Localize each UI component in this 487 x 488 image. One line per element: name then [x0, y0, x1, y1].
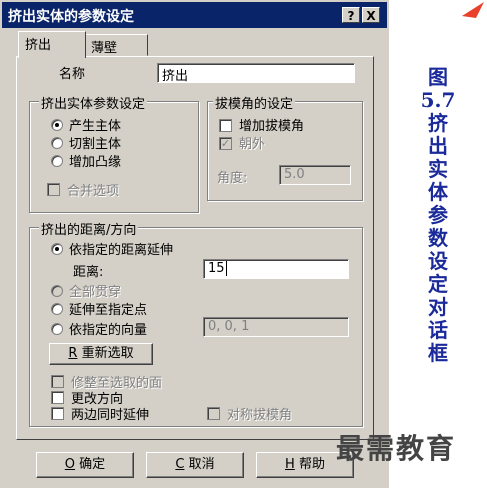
add-boss-label: 增加凸缘: [69, 155, 122, 170]
reselect-button[interactable]: R 重新选取: [49, 343, 153, 365]
help-label: 帮助: [298, 457, 325, 472]
both-sides-checkbox[interactable]: [51, 407, 64, 420]
by-distance-label: 依指定的距离延伸: [69, 243, 174, 258]
tab-thin-wall[interactable]: 薄壁: [84, 34, 148, 56]
radio-through-all[interactable]: [51, 285, 63, 297]
name-input[interactable]: 挤出: [157, 63, 355, 84]
reselect-key: R: [68, 346, 78, 361]
add-draft-checkbox[interactable]: [219, 119, 232, 132]
outward-label: 朝外: [239, 137, 266, 152]
close-button[interactable]: X: [362, 7, 380, 23]
ok-button[interactable]: O 确定: [36, 452, 134, 478]
draft-angle-title: 拔模角的设定: [213, 93, 296, 112]
distance-input[interactable]: 15: [203, 259, 349, 279]
symmetric-draft-label: 对称拔模角: [227, 408, 293, 423]
by-vector-label: 依指定的向量: [69, 323, 148, 338]
extrude-dialog: 挤出实体的参数设定 ? X 挤出 薄壁 名称 挤出 挤出实体参数设定 产生主体 …: [0, 0, 389, 488]
ok-key: O: [64, 457, 76, 472]
arrow-logo-icon: [462, 2, 484, 18]
radio-create-body[interactable]: [51, 119, 63, 131]
create-body-label: 产生主体: [69, 119, 122, 134]
distance-value: 15: [208, 261, 225, 276]
watermark: 最需教育: [336, 432, 457, 465]
radio-to-point[interactable]: [51, 303, 63, 315]
cancel-button[interactable]: C 取消: [146, 452, 244, 478]
cut-body-label: 切割主体: [69, 137, 122, 152]
help-key: H: [285, 457, 295, 472]
ok-label: 确定: [79, 457, 106, 472]
name-label: 名称: [59, 67, 86, 82]
tab-panel: 名称 挤出 挤出实体参数设定 产生主体 切割主体 增加凸缘 合并选项 拔模角的设…: [16, 56, 374, 440]
both-sides-label: 两边同时延伸: [71, 408, 150, 423]
through-all-label: 全部贯穿: [69, 285, 122, 300]
radio-cut-body[interactable]: [51, 137, 63, 149]
symmetric-draft-checkbox[interactable]: [207, 407, 220, 420]
distance-label: 距离:: [73, 265, 104, 280]
merge-checkbox[interactable]: [47, 183, 60, 196]
extrude-params-title: 挤出实体参数设定: [39, 93, 148, 112]
cancel-key: C: [175, 457, 185, 472]
cancel-label: 取消: [188, 457, 215, 472]
tab-extrude[interactable]: 挤出: [18, 31, 86, 58]
angle-input[interactable]: 5.0: [279, 165, 351, 185]
help-title-button[interactable]: ?: [342, 7, 360, 23]
change-direction-checkbox[interactable]: [51, 391, 64, 404]
dialog-title: 挤出实体的参数设定: [8, 9, 134, 25]
trim-face-checkbox[interactable]: [51, 375, 64, 388]
to-point-label: 延伸至指定点: [69, 303, 148, 318]
radio-add-boss[interactable]: [51, 155, 63, 167]
add-draft-label: 增加拔模角: [239, 119, 305, 134]
radio-by-vector[interactable]: [51, 323, 63, 335]
text-caret: [225, 261, 227, 276]
reselect-label: 重新选取: [81, 346, 134, 361]
radio-by-distance[interactable]: [51, 243, 63, 255]
merge-label: 合并选项: [67, 184, 120, 199]
figure-caption: 图5.7 挤出实体参数设定对话框: [420, 65, 456, 365]
vector-input[interactable]: 0, 0, 1: [203, 317, 349, 337]
angle-label: 角度:: [217, 171, 248, 186]
distance-direction-title: 挤出的距离/方向: [39, 219, 139, 238]
outward-checkbox[interactable]: ✓: [219, 137, 232, 150]
title-bar: 挤出实体的参数设定 ? X: [2, 2, 387, 28]
